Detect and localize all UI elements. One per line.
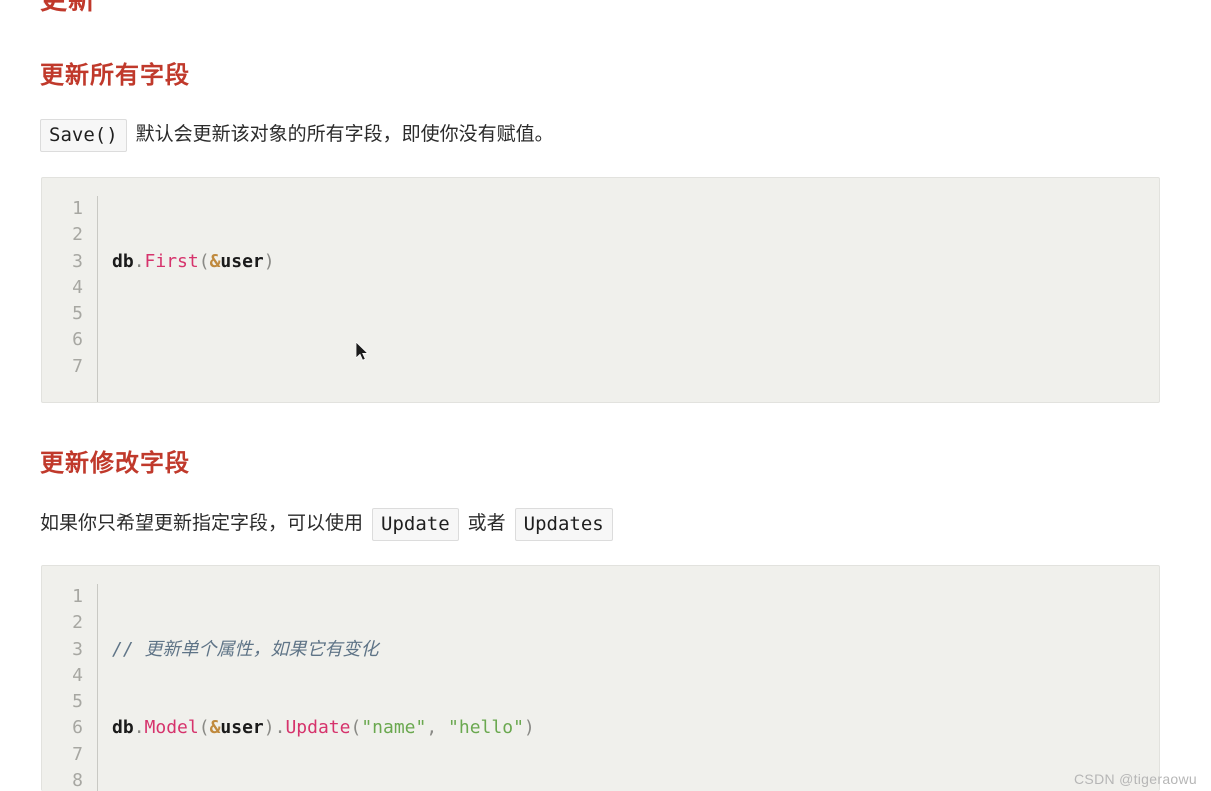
token-dot: .: [274, 717, 286, 739]
article-page: 更新 更新所有字段 Save() 默认会更新该对象的所有字段，即使你没有赋值。 …: [0, 0, 1211, 791]
token-comma: ,: [426, 717, 449, 739]
code-block-save-all-fields: 1 2 3 4 5 6 7 db.First(&user) user.Name …: [41, 177, 1160, 403]
line-number: 3: [72, 250, 83, 272]
code-content[interactable]: db.First(&user) user.Name = "七米" user.Ag…: [98, 196, 1159, 402]
inline-code-updates: Updates: [514, 507, 613, 541]
line-number: 6: [72, 717, 83, 739]
code-line-1: db.First(&user): [112, 249, 1159, 275]
token-identifier: user: [220, 717, 264, 739]
watermark-csdn: CSDN @tigeraowu: [1074, 771, 1197, 787]
token-string: "name": [361, 717, 427, 739]
section-heading-update-all-fields: 更新所有字段: [40, 62, 190, 89]
code-line-2-blank: [112, 327, 1159, 353]
inline-code-save: Save(): [40, 118, 127, 152]
token-function: Model: [144, 717, 199, 739]
line-number: 3: [72, 638, 83, 660]
token-dot: .: [133, 250, 145, 272]
line-number: 4: [72, 276, 83, 298]
inline-code-update: Update: [372, 507, 459, 541]
token-function: First: [144, 250, 199, 272]
token-paren-close: ): [523, 717, 535, 739]
line-number: 1: [72, 586, 83, 607]
token-paren-open: (: [198, 717, 210, 739]
code-block-inner: 1 2 3 4 5 6 7 db.First(&user) user.Name …: [42, 178, 1159, 402]
line-number: 1: [72, 198, 83, 219]
token-paren-open: (: [350, 717, 362, 739]
token-identifier: db: [112, 250, 134, 272]
page-heading-partial: 更新: [40, 0, 96, 15]
token-paren-open: (: [198, 250, 210, 272]
paragraph-text-middle: 或者: [467, 513, 506, 534]
line-number: 6: [72, 329, 83, 351]
token-ampersand: &: [209, 717, 221, 739]
token-identifier: user: [220, 250, 264, 272]
token-string: "hello": [448, 717, 524, 739]
section-heading-update-selected-fields: 更新修改字段: [40, 450, 190, 477]
line-number: 5: [72, 691, 83, 713]
paragraph-text-before: 如果你只希望更新指定字段，可以使用: [40, 513, 364, 534]
token-function: Update: [285, 717, 351, 739]
line-number: 7: [72, 355, 83, 377]
token-comment: // 更新单个属性，如果它有变化: [112, 638, 379, 660]
line-number: 2: [72, 612, 83, 634]
paragraph-text: 默认会更新该对象的所有字段，即使你没有赋值。: [135, 124, 554, 145]
token-dot: .: [133, 717, 145, 739]
line-number: 5: [72, 303, 83, 325]
paragraph-update-description: 如果你只希望更新指定字段，可以使用 Update 或者 Updates: [40, 507, 613, 541]
line-number: 8: [72, 770, 83, 791]
line-number: 4: [72, 664, 83, 686]
code-content[interactable]: // 更新单个属性，如果它有变化 db.Model(&user).Update(…: [98, 584, 1159, 791]
code-line-1: // 更新单个属性，如果它有变化: [112, 637, 1159, 663]
token-ampersand: &: [209, 250, 221, 272]
paragraph-save-description: Save() 默认会更新该对象的所有字段，即使你没有赋值。: [40, 118, 554, 152]
token-paren-close: ): [263, 717, 275, 739]
code-block-update-selected-fields: 1 2 3 4 5 6 7 8 // 更新单个属性，如果它有变化 db.Mode…: [41, 565, 1160, 791]
line-number: 7: [72, 743, 83, 765]
code-block-inner: 1 2 3 4 5 6 7 8 // 更新单个属性，如果它有变化 db.Mode…: [42, 566, 1159, 791]
code-line-numbers: 1 2 3 4 5 6 7 8: [42, 584, 98, 791]
token-paren-close: ): [263, 250, 275, 272]
code-line-numbers: 1 2 3 4 5 6 7: [42, 196, 98, 402]
token-identifier: db: [112, 717, 134, 739]
code-line-2: db.Model(&user).Update("name", "hello"): [112, 715, 1159, 741]
line-number: 2: [72, 224, 83, 246]
